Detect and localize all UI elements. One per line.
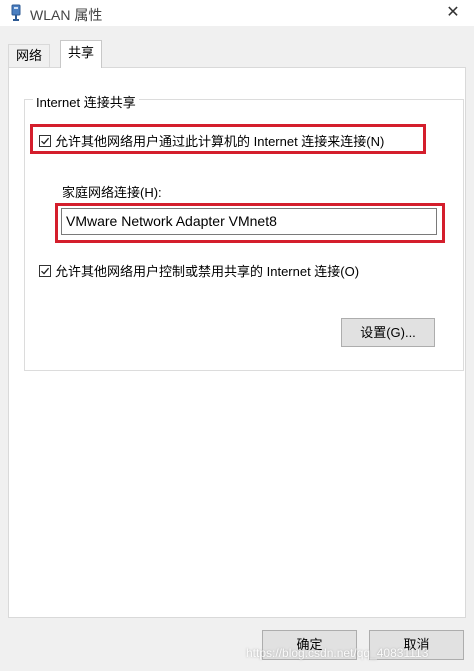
- watermark-text: https://blog.csdn.net/qq_40831113: [246, 646, 429, 660]
- allow-share-label: 允许其他网络用户通过此计算机的 Internet 连接来连接(N): [55, 134, 385, 149]
- home-network-label: 家庭网络连接(H):: [62, 185, 162, 200]
- window-title: WLAN 属性: [30, 7, 103, 23]
- allow-control-label: 允许其他网络用户控制或禁用共享的 Internet 连接(O): [55, 264, 360, 279]
- allow-control-checkbox-row[interactable]: 允许其他网络用户控制或禁用共享的 Internet 连接(O): [39, 261, 359, 280]
- allow-control-checkbox[interactable]: [39, 264, 51, 277]
- tab-strip: 网络 共享: [0, 26, 474, 70]
- network-adapter-icon: [9, 4, 23, 22]
- allow-share-checkbox[interactable]: [39, 134, 51, 147]
- settings-button[interactable]: 设置(G)...: [341, 318, 435, 347]
- checkmark-icon: [41, 137, 50, 145]
- tab-network[interactable]: 网络: [8, 44, 51, 67]
- allow-share-checkbox-row[interactable]: 允许其他网络用户通过此计算机的 Internet 连接来连接(N): [39, 131, 384, 150]
- checkmark-icon: [41, 267, 50, 275]
- close-button[interactable]: ✕: [442, 3, 464, 23]
- wlan-properties-dialog: WLAN 属性 ✕ 网络 共享 Internet 连接共享 允许其他网络用户通过…: [0, 0, 474, 671]
- home-network-select[interactable]: VMware Network Adapter VMnet8: [61, 208, 437, 235]
- title-bar: WLAN 属性 ✕: [0, 0, 474, 26]
- tab-sharing[interactable]: 共享: [60, 40, 103, 68]
- group-label: Internet 连接共享: [33, 92, 139, 111]
